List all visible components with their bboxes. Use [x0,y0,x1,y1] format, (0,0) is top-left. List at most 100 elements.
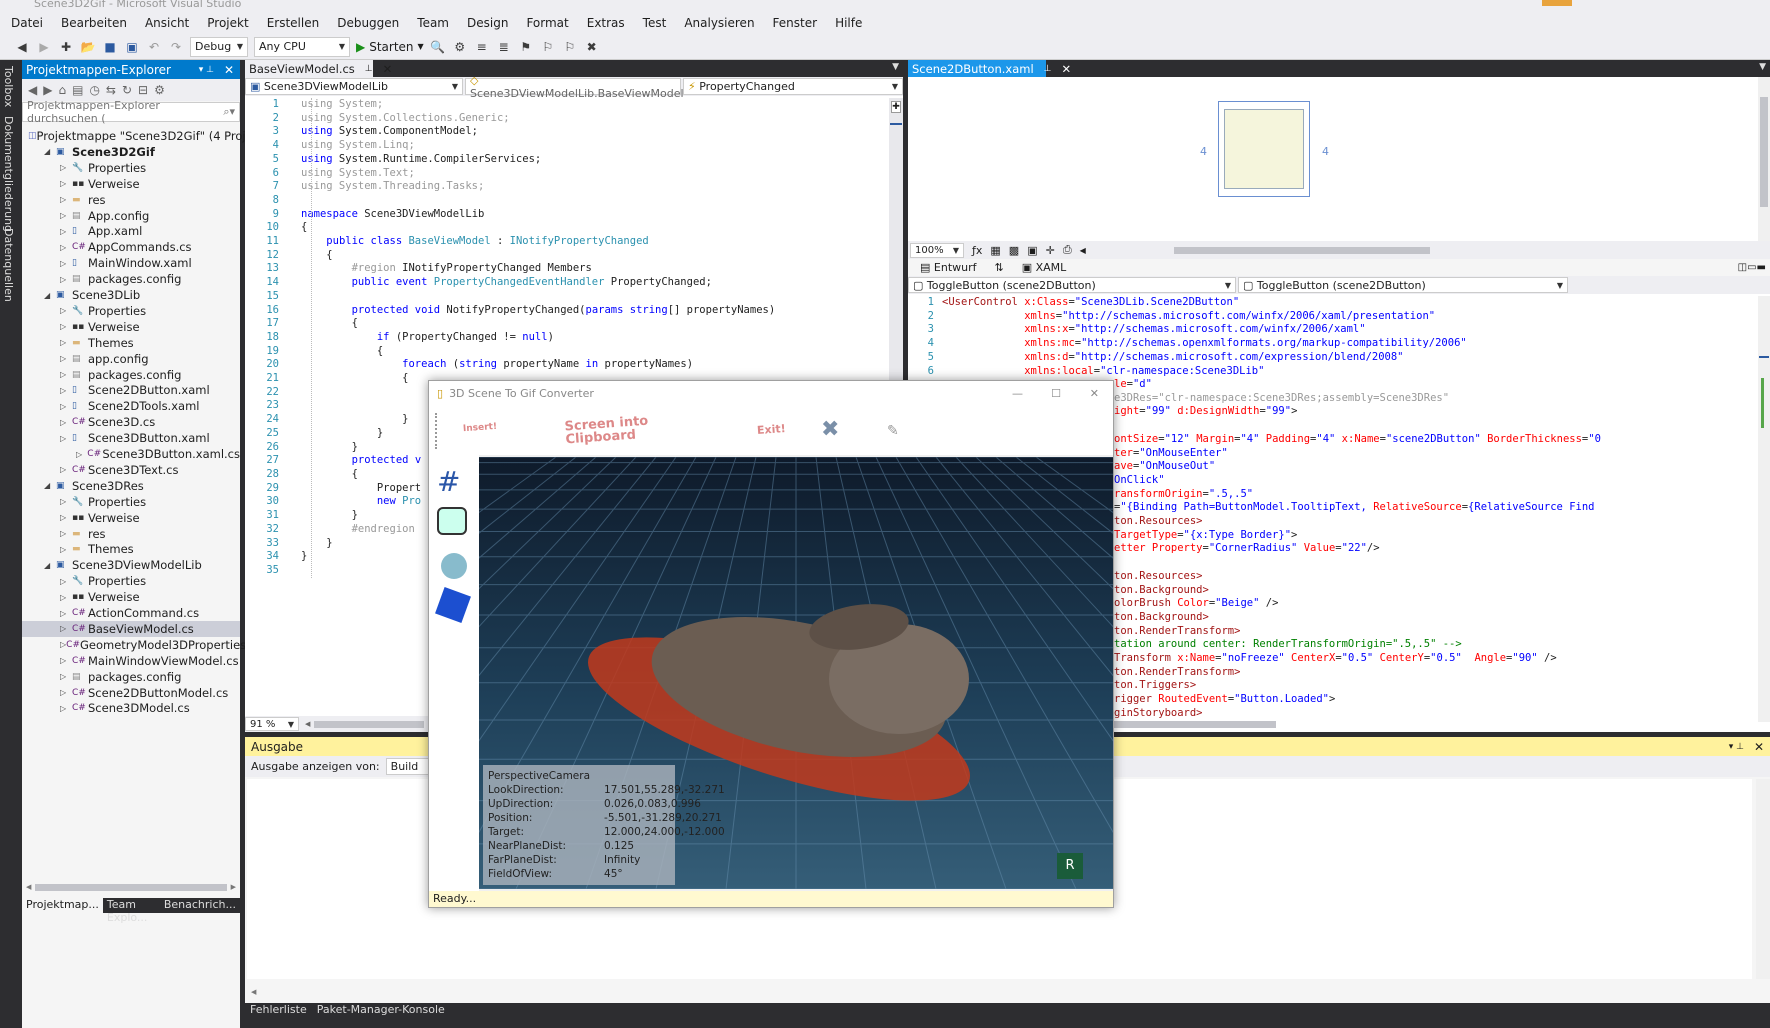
expand-icon[interactable]: ▷ [76,450,87,459]
settings-icon[interactable]: ⚙ [154,83,165,97]
menu-item-analysieren[interactable]: Analysieren [675,16,763,30]
expand-icon[interactable]: ▷ [60,545,72,554]
expand-icon[interactable]: ▷ [60,465,72,474]
next-bookmark-icon[interactable]: ⚐ [562,39,578,55]
formula-icon[interactable]: ƒx [972,244,982,257]
open-icon[interactable]: 📂 [80,39,96,55]
expand-icon[interactable]: ▷ [60,672,72,681]
xaml-text-area[interactable]: 1 <UserControl x:Class="Scene3DLib.Scene2… [908,296,1508,378]
tree-item[interactable]: ▷ ▯ Scene2DButton.xaml [22,382,240,398]
member-nav-select[interactable]: ⚡ PropertyChanged ▼ [683,78,903,95]
undo-icon[interactable]: ↶ [146,39,162,55]
tab-overflow-icon[interactable]: ▼ [892,62,899,72]
tree-item[interactable]: ▷ ▪▪ Verweise [22,589,240,605]
menu-item-test[interactable]: Test [634,16,676,30]
axis-cube-icon[interactable]: R [1057,853,1083,879]
tree-item[interactable]: ▷ C# ActionCommand.cs [22,605,240,621]
tree-item[interactable]: ◫ Projektmappe "Scene3D2Gif" (4 Projekte [22,128,271,144]
tree-item[interactable]: ▷ C# Scene3D.cs [22,414,240,430]
pin-dropdown-icon[interactable]: ▾ ⊥ [199,65,214,75]
solution-search-box[interactable]: Projektmappen-Explorer durchsuchen (⌕▾ [22,99,240,125]
expand-icon[interactable]: ▷ [60,624,72,633]
swap-panes-icon[interactable]: ⇅ [995,261,1004,274]
tree-item[interactable]: ▷ ▬ Themes [22,335,240,351]
menu-item-ansicht[interactable]: Ansicht [136,16,198,30]
menu-item-bearbeiten[interactable]: Bearbeiten [52,16,136,30]
tree-item[interactable]: ◢ ▣ Scene3DViewModelLib [22,557,240,573]
output-pin-icon[interactable]: ▾ ⊥ [1729,742,1744,752]
notification-badge[interactable] [1542,0,1572,6]
comment-icon[interactable]: ≡ [474,39,490,55]
menu-item-format[interactable]: Format [517,16,577,30]
save-icon[interactable]: ■ [102,39,118,55]
expand-icon[interactable]: ▷ [60,338,72,347]
document-outline-tab[interactable]: Dokumentgliederung [2,116,15,232]
back-icon[interactable]: ◀ [28,83,37,97]
expand-icon[interactable]: ◢ [44,147,56,156]
xaml-vscrollbar[interactable] [1758,296,1770,722]
config-select[interactable]: Debug ▼ [190,36,248,57]
expand-icon[interactable]: ▷ [60,577,72,586]
pin-icon[interactable]: ⊥ [1044,64,1052,74]
menu-item-projekt[interactable]: Projekt [198,16,257,30]
data-sources-tab[interactable]: Datenquellen [2,228,15,302]
expand-icon[interactable]: ▷ [60,529,72,538]
close-icon[interactable]: ✕ [1090,387,1099,400]
tree-item[interactable]: ▷ ▯ Scene2DTools.xaml [22,398,240,414]
expand-icon[interactable]: ▷ [60,370,72,379]
menu-item-team[interactable]: Team [408,16,458,30]
tree-item[interactable]: ▷ 🔧 Properties [22,160,240,176]
screen-clipboard-button[interactable]: Screen into Clipboard [564,414,666,448]
home-icon[interactable]: ⌂ [58,83,66,97]
expand-icon[interactable]: ▷ [60,354,72,363]
tree-item[interactable]: ▷ ▯ MainWindow.xaml [22,255,240,271]
tree-item[interactable]: ▷ C# GeometryModel3DProperties.cs [22,637,262,653]
expand-icon[interactable]: ◢ [44,481,56,490]
tree-item[interactable]: ▷ ▤ app.config [22,351,240,367]
sync-icon[interactable]: ⇆ [106,83,116,97]
expand-icon[interactable]: ▷ [60,688,72,697]
save-all-icon[interactable]: ▣ [124,39,140,55]
tree-hscrollbar[interactable]: ◀ ▶ [26,882,236,892]
tree-item[interactable]: ◢ ▣ Scene3DLib [22,287,240,303]
expand-icon[interactable]: ▷ [60,609,72,618]
expand-icon[interactable]: ▷ [60,243,72,252]
uncomment-icon[interactable]: ≣ [496,39,512,55]
tree-item[interactable]: ▷ 🔧 Properties [22,303,240,319]
tree-item[interactable]: ▷ ▤ App.config [22,208,240,224]
tab-overflow-icon[interactable]: ▼ [1759,62,1766,72]
tab-error-list[interactable]: Fehlerliste [245,1003,312,1016]
snap-lines-icon[interactable]: ✛ [1046,244,1055,257]
history-icon[interactable]: ◷ [89,83,99,97]
project-code-icon[interactable]: ⎙ [1063,243,1072,257]
tree-item[interactable]: ▷ C# Scene3DButton.xaml.cs [22,446,240,462]
toolbox-tab[interactable]: Toolbox [2,66,15,107]
tab-team-explorer[interactable]: Team Explo... [103,898,160,924]
back-icon[interactable]: ◀ [14,39,30,55]
tab-solution-explorer[interactable]: Projektmap... [22,898,103,913]
expand-icon[interactable]: ▷ [60,513,72,522]
tree-item[interactable]: ▷ C# MainWindowViewModel.cs [22,653,240,669]
expand-icon[interactable]: ◢ [44,291,56,300]
xaml-nav-right[interactable]: ▢ ToggleButton (scene2DButton) ▼ [1238,277,1568,293]
insert-button[interactable]: Insert! [463,422,498,434]
expand-icon[interactable]: ▷ [60,402,72,411]
close-tab-icon[interactable]: ✕ [1062,62,1072,76]
menu-item-debuggen[interactable]: Debuggen [328,16,408,30]
sphere-icon[interactable] [441,553,467,579]
tree-item[interactable]: ▷ ▬ Themes [22,541,240,557]
artboard-icon[interactable]: ▣ [1027,244,1037,257]
tree-item[interactable]: ▷ 🔧 Properties [22,573,240,589]
tree-item[interactable]: ▷ ▯ App.xaml [22,223,240,239]
split-view-icons[interactable]: ◫▭▬ [1738,262,1766,273]
tree-item[interactable]: ▷ ▪▪ Verweise [22,319,240,335]
expand-icon[interactable]: ▷ [60,656,72,665]
tools-icon[interactable]: ✖ [821,417,839,442]
expand-icon[interactable]: ▷ [60,195,72,204]
tree-item[interactable]: ▷ C# Scene3DText.cs [22,462,240,478]
expand-icon[interactable]: ▷ [60,497,72,506]
expand-icon[interactable]: ▷ [60,259,72,268]
tab-package-manager[interactable]: Paket-Manager-Konsole [312,1003,450,1016]
expand-icon[interactable]: ▷ [60,227,72,236]
refresh-icon[interactable]: ↻ [122,83,132,97]
